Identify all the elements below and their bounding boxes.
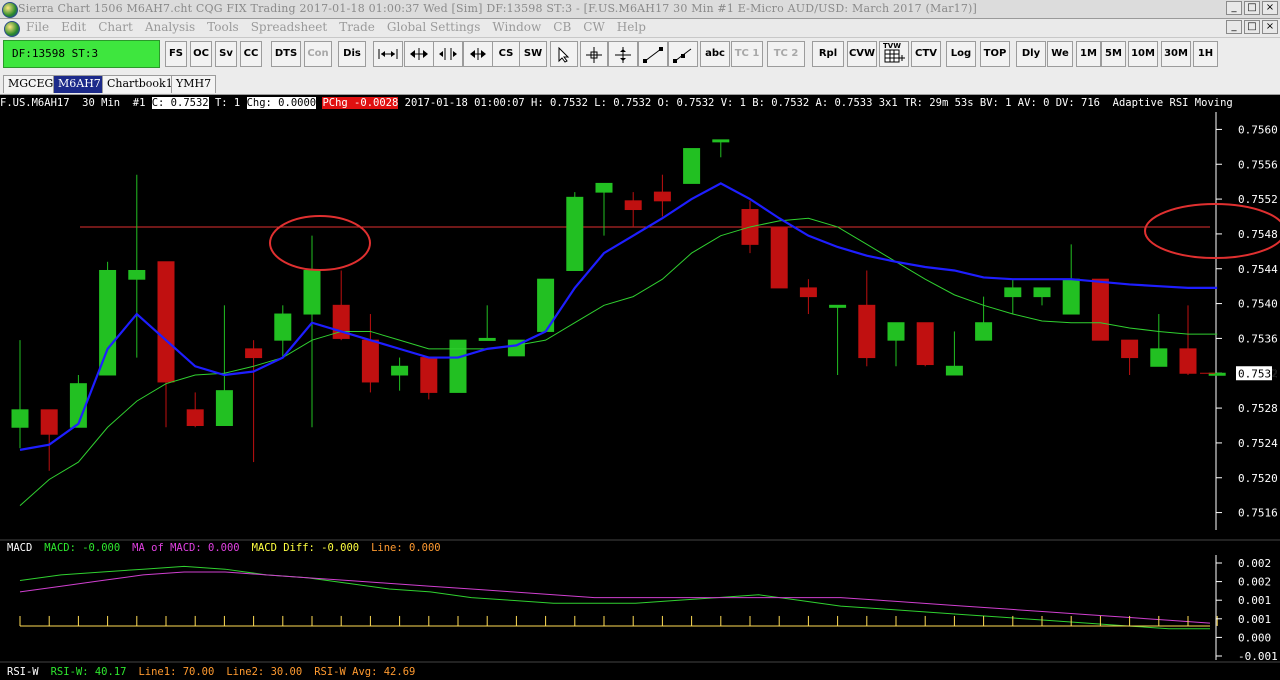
candle-up [712,139,730,143]
macd-label: MACD Diff: -0.000 [251,542,360,554]
candle-up [69,383,87,428]
candle-up [11,409,29,428]
candle-down [1091,278,1109,341]
rsi-label: RSI-W [7,666,39,678]
price-axis-label: 0.7544 [1238,263,1278,276]
macd-signal-line [19,571,1211,624]
last-price-label: 0.7532 [1238,367,1278,380]
candle-up [128,269,146,280]
macd-axis-label: 0.001 [1238,613,1271,626]
candle-up [829,304,847,308]
macd-axis-label: 0.002 [1238,557,1271,570]
candle-down [799,287,817,298]
candle-up [1062,278,1080,315]
candle-up [566,196,584,271]
candle-down [245,348,263,359]
price-chart[interactable]: 0.7560 0.7556 0.7552 0.7548 0.7544 0.7540 0.75… [0,0,1280,680]
macd-label: MACD [7,542,33,554]
macd-axis-label: 0.001 [1238,594,1271,607]
candle-down [420,357,438,393]
candle-down [916,322,934,366]
rsi-label: Line2: 30.00 [226,666,303,678]
candle-up [391,365,409,376]
slow-moving-average-line [19,217,1218,506]
rsi-label: RSI-W Avg: 42.69 [314,666,416,678]
macd-axis-label: 0.000 [1238,631,1271,644]
candle-up [215,390,233,426]
macd-axis-label: -0.001 [1238,650,1278,663]
macd-label: Line: 0.000 [371,542,441,554]
price-axis-label: 0.7516 [1238,507,1278,520]
rsi-legend: RSI-W RSI-W: 40.17 Line1: 70.00 Line2: 30.0… [7,666,427,679]
price-axis-label: 0.7520 [1238,472,1278,485]
candle-up [945,365,963,376]
rsi-label: RSI-W: 40.17 [50,666,127,678]
candle-up [595,182,613,193]
candle-up [303,269,321,315]
price-axis-label: 0.7536 [1238,332,1278,345]
macd-label: MACD: -0.000 [44,542,121,554]
price-axis-label: 0.7552 [1238,193,1278,206]
candle-down [624,200,642,211]
candle-down [186,409,204,427]
price-axis-label: 0.7548 [1238,228,1278,241]
candle-up [99,269,117,376]
candle-up [887,322,905,341]
candle-down [157,261,175,383]
candle-down [40,409,58,435]
candle-down [770,226,788,289]
price-axis-label: 0.7540 [1238,298,1278,311]
candle-down [1121,339,1139,359]
macd-axis-label: 0.002 [1238,576,1271,589]
candle-down [653,191,671,202]
candle-up [274,313,292,341]
price-axis-label: 0.7556 [1238,158,1278,171]
macd-legend: MACD MACD: -0.000 MA of MACD: 0.000 MACD Di… [7,542,453,555]
candle-down [858,304,876,359]
macd-label: MA of MACD: 0.000 [132,542,240,554]
rsi-label: Line1: 70.00 [138,666,215,678]
candle-up [1033,287,1051,298]
annotation-circle [269,215,371,271]
candle-up [975,322,993,341]
candle-up [1150,348,1168,367]
price-axis-label: 0.7560 [1238,123,1278,136]
price-axis-label: 0.7524 [1238,437,1278,450]
candle-up [683,148,701,184]
candle-down [361,339,379,383]
candle-up [1004,287,1022,298]
candle-up [449,339,467,393]
price-axis-label: 0.7528 [1238,402,1278,415]
candle-down [1179,348,1197,374]
sierra-chart-window: Sierra Chart 1506 M6AH7.cht CQG FIX Trad… [0,0,1280,680]
candle-up [478,337,496,341]
